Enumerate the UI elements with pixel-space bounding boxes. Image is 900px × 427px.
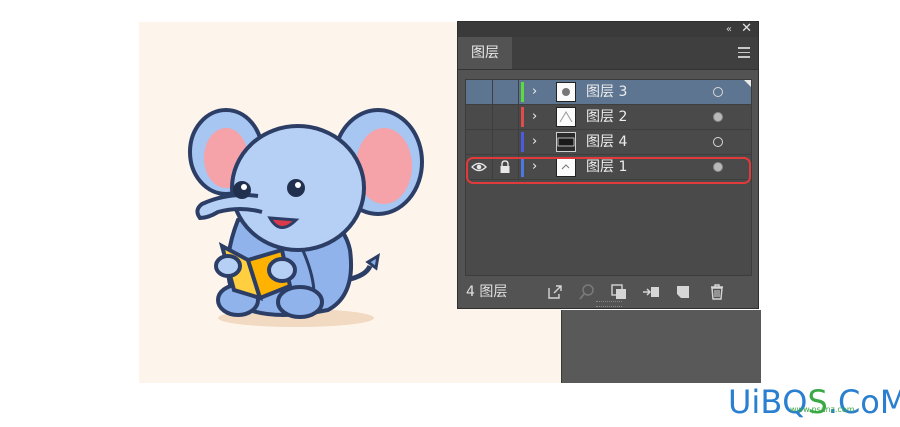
trash-icon[interactable] — [708, 283, 726, 301]
lock-toggle[interactable] — [492, 105, 519, 129]
collapse-icon[interactable]: « — [726, 23, 732, 36]
layer-color-bar — [521, 157, 524, 177]
layer-thumbnail — [556, 107, 576, 127]
layer-row-4[interactable]: › 图层 4 — [466, 130, 751, 155]
visibility-toggle[interactable] — [466, 80, 493, 104]
layer-thumbnail — [556, 157, 576, 177]
layer-count: 4 图层 — [466, 284, 508, 300]
layer-name[interactable]: 图层 3 — [586, 80, 627, 104]
layer-name[interactable]: 图层 2 — [586, 105, 627, 129]
watermark-url: www.psanz.com — [790, 405, 855, 414]
new-layer-icon[interactable] — [674, 283, 692, 301]
watermark-part1: UiBQ — [728, 383, 808, 421]
close-icon[interactable]: ✕ — [741, 22, 752, 36]
panel-tabbar: 图层 — [458, 37, 758, 70]
lock-toggle[interactable] — [492, 155, 519, 179]
resize-grip[interactable] — [596, 301, 622, 307]
layer-row-2[interactable]: › 图层 2 — [466, 105, 751, 130]
search-icon[interactable] — [578, 283, 596, 301]
panel-footer: 4 图层 — [458, 276, 758, 308]
panel-titlebar[interactable]: « ✕ — [458, 22, 758, 37]
clipping-mask-icon[interactable] — [610, 283, 628, 301]
chevron-right-icon[interactable]: › — [532, 106, 544, 128]
lock-toggle[interactable] — [492, 80, 519, 104]
lock-toggle[interactable] — [492, 130, 519, 154]
layer-color-bar — [521, 107, 524, 127]
selection-corner-mark — [744, 80, 751, 87]
move-to-layer-icon[interactable] — [642, 283, 660, 301]
layer-name[interactable]: 图层 4 — [586, 130, 627, 154]
chevron-right-icon[interactable]: › — [532, 156, 544, 178]
layer-row-1[interactable]: › 图层 1 — [466, 155, 751, 180]
watermark-part3: .CoM — [827, 383, 900, 421]
export-icon[interactable] — [546, 283, 564, 301]
target-circle[interactable] — [713, 137, 723, 147]
eye-icon — [471, 162, 487, 172]
layer-thumbnail — [556, 132, 576, 152]
chevron-right-icon[interactable]: › — [532, 81, 544, 103]
layer-name[interactable]: 图层 1 — [586, 155, 627, 179]
layer-color-bar — [521, 82, 524, 102]
watermark-part2: S — [807, 383, 828, 421]
panel-menu-icon[interactable] — [738, 47, 750, 58]
layers-list: › 图层 3 › 图层 2 › 图层 4 › 图层 1 — [465, 79, 752, 276]
elephant-illustration — [188, 108, 424, 327]
watermark: UiBQS.CoM — [728, 384, 900, 420]
target-circle[interactable] — [713, 162, 723, 172]
visibility-toggle[interactable] — [466, 105, 493, 129]
layer-thumbnail — [556, 82, 576, 102]
tab-layers[interactable]: 图层 — [458, 37, 512, 69]
canvas-pasteboard — [561, 310, 761, 383]
target-circle[interactable] — [713, 87, 723, 97]
target-circle[interactable] — [713, 112, 723, 122]
chevron-right-icon[interactable]: › — [532, 131, 544, 153]
layer-row-3[interactable]: › 图层 3 — [466, 80, 751, 105]
layers-panel: « ✕ 图层 › 图层 3 › 图层 2 › 图层 4 › 图层 1 4 图层 — [457, 21, 759, 309]
layer-color-bar — [521, 132, 524, 152]
visibility-toggle[interactable] — [466, 155, 493, 179]
visibility-toggle[interactable] — [466, 130, 493, 154]
lock-icon — [500, 160, 510, 173]
